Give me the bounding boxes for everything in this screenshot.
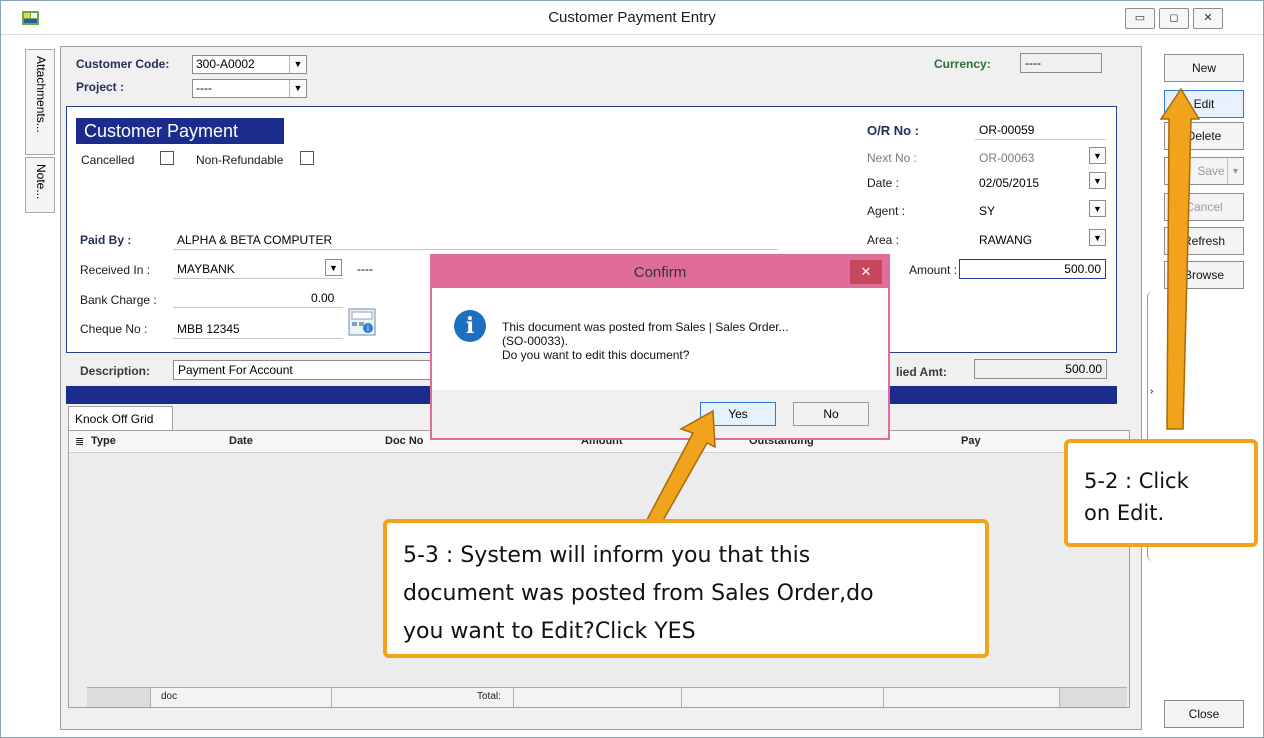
callout-line: 5-3 : System will inform you that this — [403, 543, 811, 568]
callout-line: document was posted from Sales Order,do — [403, 581, 874, 606]
callout-line: you want to Edit?Click YES — [403, 619, 696, 644]
customer-payment-window: Customer Payment Entry ▭ ◻ ✕ Attachments… — [0, 0, 1264, 738]
callout-line: 5-2 : Click — [1084, 469, 1189, 493]
callout-step-5-3: 5-3 : System will inform you that this d… — [383, 519, 989, 658]
arrow-to-yes — [639, 409, 716, 532]
arrow-to-edit — [1159, 87, 1201, 430]
callout-line: on Edit. — [1084, 501, 1165, 525]
callout-step-5-2: 5-2 : Click on Edit. — [1064, 439, 1258, 547]
